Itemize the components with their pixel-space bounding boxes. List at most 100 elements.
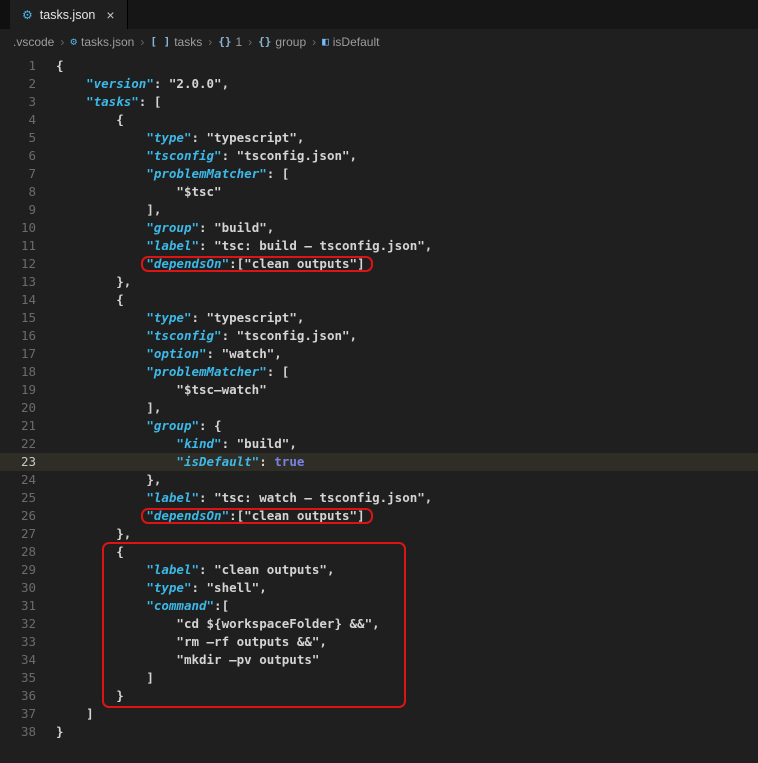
line-number: 28 [20,544,36,559]
code-line[interactable]: 1{ [0,57,758,75]
tab-tasks-json[interactable]: ⚙ tasks.json × [10,0,128,29]
code-text: "label": "tsc: watch — tsconfig.json", [146,490,432,505]
line-number: 11 [20,238,36,253]
code-line[interactable]: 12 "dependsOn":["clean outputs"] [0,255,758,273]
breadcrumb-separator: › [208,34,213,49]
code-line[interactable]: 7 "problemMatcher": [ [0,165,758,183]
code-token: ], [146,400,162,415]
code-line[interactable]: 25 "label": "tsc: watch — tsconfig.json"… [0,489,758,507]
code-line[interactable]: 11 "label": "tsc: build — tsconfig.json"… [0,237,758,255]
code-token: "build" [236,436,290,451]
code-line[interactable]: 8 "$tsc" [0,183,758,201]
code-line[interactable]: 5 "type": "typescript", [0,129,758,147]
code-token: "2.0.0" [168,76,222,91]
code-line[interactable]: 14 { [0,291,758,309]
breadcrumb-item-tasks-json[interactable]: ⚙ tasks.json [70,35,134,49]
close-icon[interactable]: × [106,7,114,23]
breadcrumb-label: .vscode [13,34,55,49]
code-token: , [296,130,305,145]
breadcrumb-item-isdefault[interactable]: ◧ isDefault [322,35,379,49]
breadcrumb-item-group[interactable]: {} group [258,35,306,49]
breadcrumb-item--vscode[interactable]: .vscode [13,35,54,49]
line-number: 2 [28,76,36,91]
code-token: , [259,580,267,595]
code-line[interactable]: 29 "label": "clean outputs", [0,561,758,579]
code-token: "shell" [206,580,260,595]
code-line[interactable]: 21 "group": { [0,417,758,435]
line-number: 3 [28,94,36,109]
code-token: { [56,58,64,73]
code-text: ], [146,202,161,217]
code-line[interactable]: 35 ] [0,669,758,687]
line-number: 5 [28,130,36,145]
breadcrumb-item-tasks[interactable]: [ ] tasks [150,35,202,49]
code-line[interactable]: 31 "command":[ [0,597,758,615]
code-text: "tasks": [ [86,94,161,109]
code-line[interactable]: 18 "problemMatcher": [ [0,363,758,381]
code-line[interactable]: 13 }, [0,273,758,291]
code-line[interactable]: 2 "version": "2.0.0", [0,75,758,93]
code-line[interactable]: 26 "dependsOn":["clean outputs"] [0,507,758,525]
code-line[interactable]: 38} [0,723,758,741]
line-number: 25 [20,490,36,505]
editor[interactable]: 1{2 "version": "2.0.0", 3 "tasks": [4 {5 … [0,54,758,741]
code-token: "cd ${workspaceFolder} &&" [176,616,373,631]
line-number: 19 [20,382,36,397]
code-line[interactable]: 37 ] [0,705,758,723]
code-line[interactable]: 17 "option": "watch", [0,345,758,363]
code-line[interactable]: 22 "kind": "build", [0,435,758,453]
breadcrumb-separator: › [60,34,65,49]
code-token: , [424,238,433,253]
tab-bar: ⚙ tasks.json × [0,0,758,29]
code-token: : [199,562,215,577]
code-text: "tsconfig": "tsconfig.json", [146,148,357,163]
code-line[interactable]: 27 }, [0,525,758,543]
code-line[interactable]: 36 } [0,687,758,705]
line-number: 32 [20,616,36,631]
code-token: "command" [146,598,215,613]
code-line[interactable]: 28 { [0,543,758,561]
code-token: "tsconfig.json" [236,328,350,343]
code-line[interactable]: 3 "tasks": [ [0,93,758,111]
line-number: 20 [20,400,36,415]
code-line[interactable]: 4 { [0,111,758,129]
code-text: ] [86,706,94,721]
symbol-boolean-icon: ◧ [322,35,329,48]
breadcrumb-item-1[interactable]: {} 1 [218,35,242,49]
code-token: "typescript" [206,130,297,145]
code-token: : [153,76,169,91]
code-text: "dependsOn":["clean outputs"] [146,256,364,271]
code-token: "kind" [176,436,222,451]
code-line[interactable]: 6 "tsconfig": "tsconfig.json", [0,147,758,165]
code-line[interactable]: 15 "type": "typescript", [0,309,758,327]
code-line[interactable]: 23 "isDefault": true [0,453,758,471]
code-token: "tsconfig" [146,328,222,343]
code-token: , [349,148,358,163]
code-line[interactable]: 34 "mkdir —pv outputs" [0,651,758,669]
code-token: : [221,328,237,343]
code-text: "version": "2.0.0", [86,76,229,91]
code-line[interactable]: 16 "tsconfig": "tsconfig.json", [0,327,758,345]
code-line[interactable]: 19 "$tsc—watch" [0,381,758,399]
code-token: : [191,310,207,325]
code-text: "type": "typescript", [146,310,304,325]
code-line[interactable]: 32 "cd ${workspaceFolder} &&", [0,615,758,633]
code-area: 1{2 "version": "2.0.0", 3 "tasks": [4 {5 … [0,57,758,741]
code-line[interactable]: 10 "group": "build", [0,219,758,237]
code-token: : [ [266,364,290,379]
code-token: "problemMatcher" [146,166,267,181]
code-token: : [221,436,237,451]
code-token: , [296,310,305,325]
code-line[interactable]: 33 "rm —rf outputs &&", [0,633,758,651]
code-token: { [116,544,124,559]
code-line[interactable]: 24 }, [0,471,758,489]
code-line[interactable]: 30 "type": "shell", [0,579,758,597]
line-number: 38 [20,724,36,739]
code-line[interactable]: 9 ], [0,201,758,219]
line-number: 27 [20,526,36,541]
code-token: "dependsOn" [146,508,230,523]
code-token: }, [116,274,132,289]
code-line[interactable]: 20 ], [0,399,758,417]
line-number: 1 [28,58,36,73]
code-text: "$tsc" [176,184,221,199]
